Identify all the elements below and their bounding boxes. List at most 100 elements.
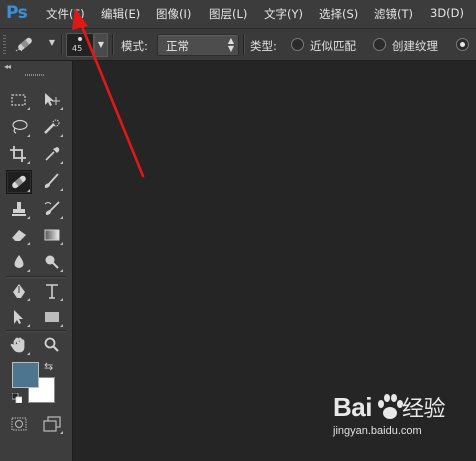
options-separator	[112, 34, 114, 55]
tool-spot-healing-brush[interactable]	[6, 170, 32, 194]
tool-eraser[interactable]	[7, 224, 31, 246]
type-icon	[46, 284, 58, 299]
tool-dodge[interactable]	[40, 251, 64, 273]
tool-group-indicator	[27, 216, 30, 219]
tools-panel: ◂◂ ⇆	[0, 61, 73, 461]
tool-type[interactable]	[40, 280, 64, 302]
menu-3d[interactable]: 3D(D)	[430, 6, 464, 20]
tool-group-indicator	[27, 242, 30, 245]
quick-mask-button[interactable]	[7, 413, 31, 435]
toolbox-separator	[6, 276, 66, 278]
tool-preset-picker[interactable]: ▼	[13, 33, 57, 55]
tool-group-indicator	[60, 107, 63, 110]
screen-mode-button[interactable]	[40, 413, 64, 435]
tool-gradient[interactable]	[40, 224, 64, 246]
tool-crop[interactable]	[7, 143, 31, 165]
mode-select[interactable]: 正常 ▲ ▼	[157, 34, 239, 56]
rectangle-icon	[45, 312, 59, 322]
mode-select-value: 正常	[166, 39, 189, 53]
foreground-color-swatch[interactable]	[12, 362, 39, 388]
dodge-icon	[45, 255, 59, 269]
hand-icon	[10, 337, 25, 353]
toolbox-separator	[6, 330, 66, 332]
create-texture-label: 创建纹理	[392, 39, 438, 53]
path-selection-icon	[14, 310, 23, 324]
tool-eyedropper[interactable]	[40, 143, 64, 165]
eraser-icon	[11, 230, 26, 242]
tool-group-indicator	[60, 216, 63, 219]
tool-group-indicator	[27, 134, 30, 137]
tool-history-brush[interactable]	[40, 198, 64, 220]
clone-stamp-icon	[12, 202, 26, 216]
tool-rectangle[interactable]	[40, 306, 64, 328]
watermark-url: jingyan.baidu.com	[333, 425, 422, 437]
menu-type[interactable]: 文字(Y)	[264, 6, 303, 22]
lasso-icon	[12, 119, 28, 134]
brush-picker-dropdown[interactable]: ▼	[94, 33, 108, 57]
menu-edit[interactable]: 编辑(E)	[101, 6, 140, 22]
mode-label: 模式:	[121, 39, 148, 53]
tool-group-indicator	[60, 431, 63, 434]
spot-healing-brush-icon	[12, 175, 26, 189]
tool-blur[interactable]	[7, 251, 31, 273]
tool-group-indicator	[27, 107, 30, 110]
radio-create-texture[interactable]	[373, 38, 386, 51]
menu-layer[interactable]: 图层(L)	[209, 6, 247, 22]
options-separator	[61, 34, 63, 55]
tool-group-indicator	[60, 324, 63, 327]
tool-group-indicator	[60, 188, 63, 191]
watermark-brand-b: 经验	[401, 397, 446, 422]
options-bar-grip[interactable]	[3, 35, 6, 55]
baidu-paw-icon	[378, 394, 403, 419]
select-arrows-icon: ▲ ▼	[227, 36, 234, 53]
blur-icon	[14, 255, 24, 268]
tool-group-indicator	[60, 269, 63, 272]
radio-proximity-match[interactable]	[291, 38, 304, 51]
tool-quick-selection[interactable]	[40, 116, 64, 138]
tool-group-indicator	[27, 269, 30, 272]
tool-hand[interactable]	[7, 334, 31, 356]
eyedropper-icon	[45, 147, 60, 161]
gradient-icon	[44, 229, 60, 241]
menu-file[interactable]: 文件(F)	[46, 6, 85, 22]
zoom-icon	[44, 337, 59, 352]
tool-group-indicator	[27, 298, 30, 301]
screen-mode-icon	[43, 416, 61, 432]
move-icon	[45, 93, 60, 106]
spot-healing-brush-icon	[15, 37, 32, 52]
collapse-panel-icon[interactable]: ◂◂	[4, 62, 11, 71]
tool-group-indicator	[27, 324, 30, 327]
tool-path-selection[interactable]	[7, 306, 31, 328]
menu-select[interactable]: 选择(S)	[319, 6, 358, 22]
brush-tip-icon	[78, 37, 82, 41]
brush-picker[interactable]: 45	[66, 33, 94, 57]
pen-icon	[13, 284, 25, 298]
tool-zoom[interactable]	[40, 334, 64, 356]
tool-group-indicator	[60, 242, 63, 245]
type-label: 类型:	[250, 39, 277, 53]
menu-filter[interactable]: 滤镜(T)	[374, 6, 413, 22]
default-colors-icon[interactable]	[12, 393, 22, 403]
tool-move[interactable]	[40, 89, 64, 111]
tool-group-indicator	[27, 161, 30, 164]
tool-group-indicator	[27, 352, 30, 355]
panel-grip[interactable]	[25, 74, 45, 76]
quick-mask-icon	[11, 417, 27, 431]
swap-colors-icon[interactable]: ⇆	[44, 360, 53, 373]
tool-brush[interactable]	[40, 170, 64, 192]
rectangular-marquee-icon	[11, 94, 26, 106]
tool-pen[interactable]	[7, 280, 31, 302]
tool-group-indicator	[60, 134, 63, 137]
tool-rectangular-marquee[interactable]	[7, 89, 31, 111]
menu-image[interactable]: 图像(I)	[156, 6, 191, 22]
history-brush-icon	[44, 201, 60, 215]
tool-lasso[interactable]	[7, 116, 31, 138]
options-separator	[243, 34, 245, 55]
photoshop-logo: Ps	[6, 3, 28, 23]
radio-content-aware[interactable]	[456, 38, 469, 51]
tool-group-indicator	[27, 189, 30, 192]
tool-group-indicator	[60, 298, 63, 301]
quick-selection-icon	[44, 119, 60, 134]
tool-clone-stamp[interactable]	[7, 198, 31, 220]
menu-bar: Ps 文件(F) 编辑(E) 图像(I) 图层(L) 文字(Y) 选择(S) 滤…	[0, 0, 476, 29]
